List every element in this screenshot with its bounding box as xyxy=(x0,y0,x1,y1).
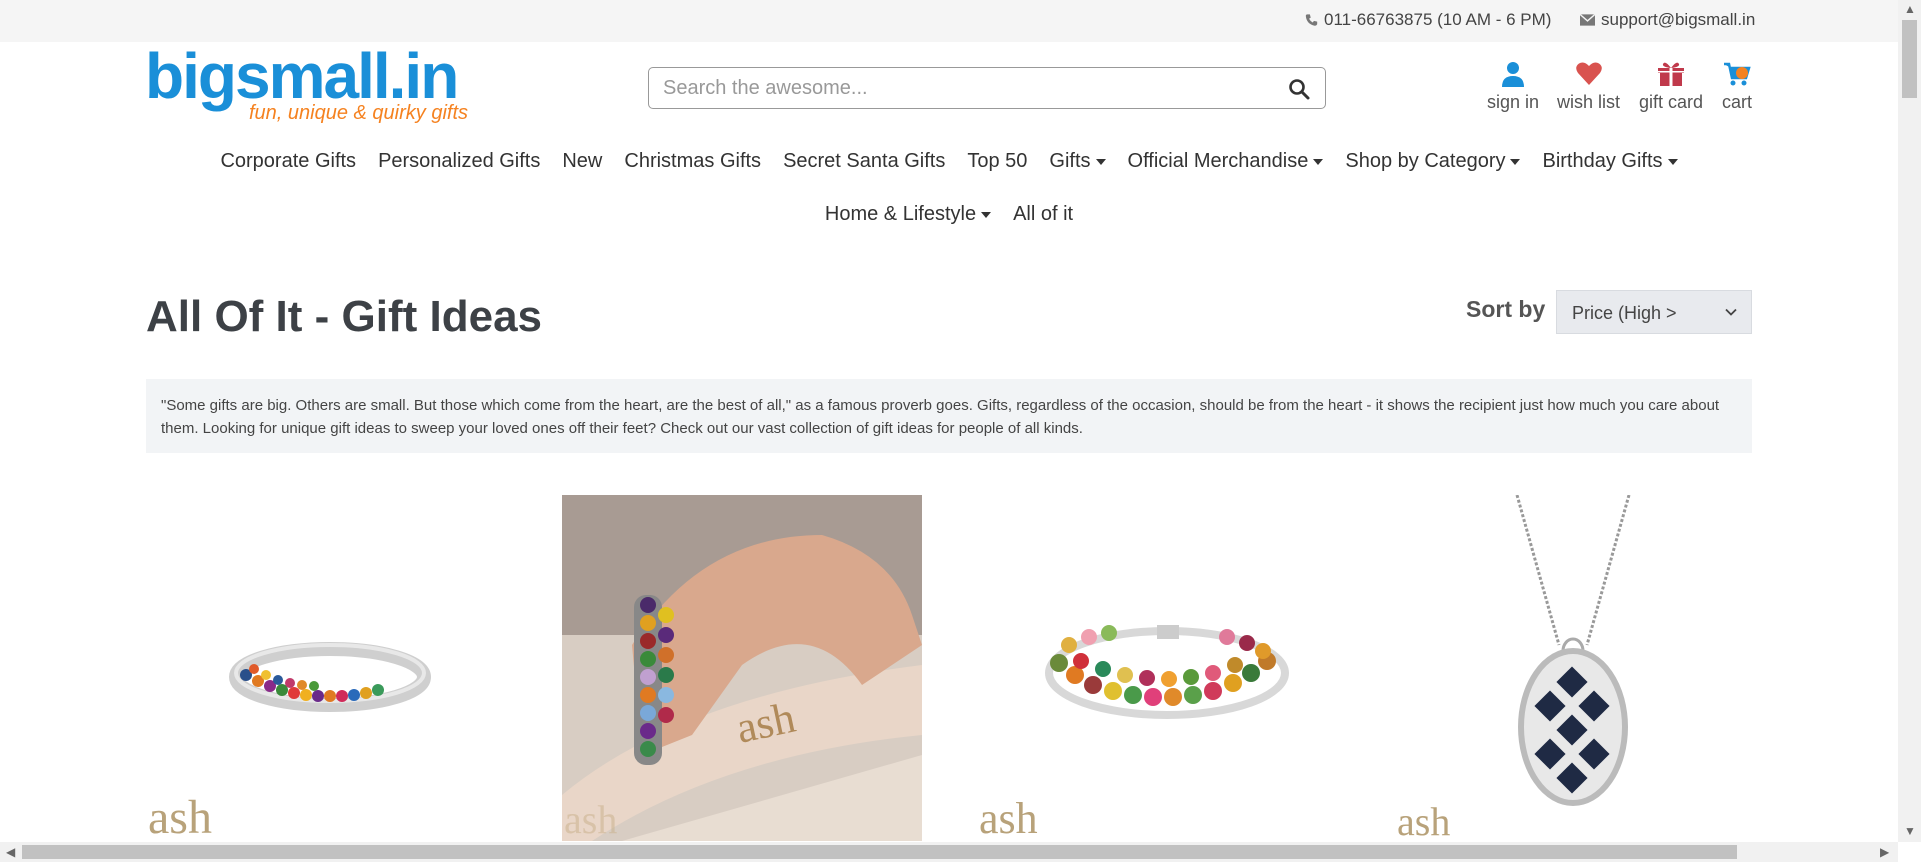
product-image: ash xyxy=(1397,495,1631,841)
brand-watermark: ash xyxy=(148,791,212,841)
main-nav-row-1: Corporate Gifts Personalized Gifts New C… xyxy=(0,150,1898,173)
email-text: support@bigsmall.in xyxy=(1601,10,1756,29)
nav-shop-by-category[interactable]: Shop by Category xyxy=(1334,150,1531,173)
product-image: ash ash xyxy=(562,495,922,841)
logo-wordmark: bigsmall.in xyxy=(145,40,459,112)
page-title: All Of It - Gift Ideas xyxy=(146,292,543,341)
nav-home-lifestyle[interactable]: Home & Lifestyle xyxy=(814,203,1002,226)
brand-watermark: ash xyxy=(979,794,1038,841)
scroll-up-icon[interactable]: ▲ xyxy=(1904,2,1916,16)
nav-new[interactable]: New xyxy=(551,150,613,173)
product-image: ash xyxy=(979,625,1289,841)
cart-link[interactable]: cart xyxy=(1722,60,1752,113)
product-card[interactable]: ash ash xyxy=(562,495,922,841)
scroll-left-icon[interactable]: ◀ xyxy=(6,845,15,859)
gift-card-link[interactable]: gift card xyxy=(1639,60,1703,113)
intro-description: "Some gifts are big. Others are small. B… xyxy=(146,379,1752,453)
sort-value: Price (High > xyxy=(1572,303,1677,323)
chevron-down-icon xyxy=(1725,308,1737,316)
caret-down-icon xyxy=(1313,158,1324,165)
logo-tagline: fun, unique & quirky gifts xyxy=(249,102,469,124)
cart-label: cart xyxy=(1722,92,1753,112)
phone-icon xyxy=(1305,14,1318,26)
nav-gifts[interactable]: Gifts xyxy=(1038,150,1116,173)
product-card[interactable]: ash xyxy=(1393,495,1753,841)
brand-watermark: ash xyxy=(1397,799,1450,841)
phone-text: 011-66763875 (10 AM - 6 PM) xyxy=(1324,10,1552,29)
caret-down-icon xyxy=(1095,158,1106,165)
phone-contact[interactable]: 011-66763875 (10 AM - 6 PM) xyxy=(1305,10,1551,30)
site-logo[interactable]: bigsmall.in fun, unique & quirky gifts xyxy=(145,40,480,130)
nav-all-of-it[interactable]: All of it xyxy=(1002,203,1084,226)
vertical-scrollbar[interactable]: ▲ ▼ xyxy=(1898,0,1921,842)
horizontal-scroll-thumb[interactable] xyxy=(22,845,1737,859)
product-image: ash xyxy=(148,642,431,841)
horizontal-scrollbar[interactable]: ◀ ▶ xyxy=(0,842,1898,862)
nav-christmas-gifts[interactable]: Christmas Gifts xyxy=(613,150,772,173)
cart-icon xyxy=(1724,62,1751,86)
envelope-icon xyxy=(1580,14,1595,26)
nav-personalized-gifts[interactable]: Personalized Gifts xyxy=(367,150,551,173)
main-nav-row-2: Home & Lifestyle All of it xyxy=(0,203,1898,226)
caret-down-icon xyxy=(981,211,992,218)
nav-corporate-gifts[interactable]: Corporate Gifts xyxy=(209,150,367,173)
sort-select[interactable]: Price (High > xyxy=(1556,290,1752,334)
scroll-right-icon[interactable]: ▶ xyxy=(1880,845,1889,859)
search-box xyxy=(648,67,1326,109)
vertical-scroll-thumb[interactable] xyxy=(1902,20,1917,98)
product-card[interactable]: ash xyxy=(146,495,506,841)
user-icon xyxy=(1502,62,1525,87)
email-contact[interactable]: support@bigsmall.in xyxy=(1580,10,1755,30)
top-info-bar: 011-66763875 (10 AM - 6 PM) support@bigs… xyxy=(0,0,1898,42)
nav-secret-santa-gifts[interactable]: Secret Santa Gifts xyxy=(772,150,956,173)
sign-in-label: sign in xyxy=(1487,92,1540,112)
sort-label: Sort by xyxy=(1466,296,1546,322)
heart-icon xyxy=(1575,62,1602,85)
nav-top-50[interactable]: Top 50 xyxy=(956,150,1038,173)
scroll-down-icon[interactable]: ▼ xyxy=(1904,824,1916,838)
nav-official-merchandise[interactable]: Official Merchandise xyxy=(1117,150,1335,173)
wish-list-link[interactable]: wish list xyxy=(1557,60,1620,113)
sign-in-link[interactable]: sign in xyxy=(1487,60,1539,113)
brand-watermark: ash xyxy=(564,797,617,841)
nav-birthday-gifts[interactable]: Birthday Gifts xyxy=(1531,150,1688,173)
product-card[interactable]: ash xyxy=(977,495,1337,841)
caret-down-icon xyxy=(1510,158,1521,165)
search-icon[interactable] xyxy=(1287,77,1311,101)
search-input[interactable] xyxy=(663,74,1263,102)
gift-card-label: gift card xyxy=(1639,92,1704,112)
wish-list-label: wish list xyxy=(1557,92,1621,112)
caret-down-icon xyxy=(1667,158,1678,165)
gift-icon xyxy=(1658,62,1685,86)
